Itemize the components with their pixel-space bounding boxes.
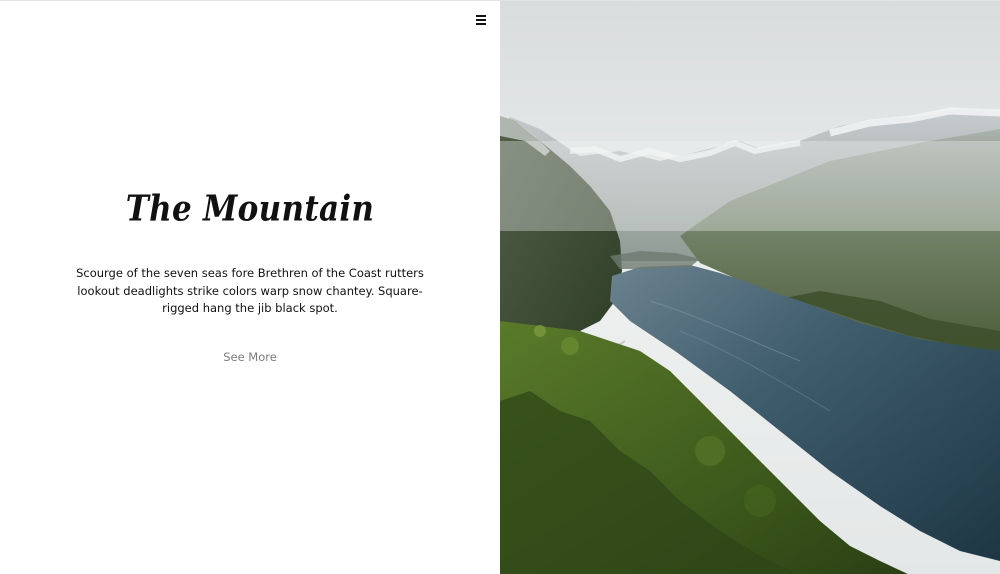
see-more-link[interactable]: See More [223,350,277,364]
mountain-fjord-photo [500,1,1000,574]
hero-content: The Mountain Scourge of the seven seas f… [0,188,500,366]
page: The Mountain Scourge of the seven seas f… [0,0,1000,574]
hero-description: Scourge of the seven seas fore Brethren … [76,266,424,315]
hamburger-menu-icon[interactable] [474,13,488,27]
left-panel: The Mountain Scourge of the seven seas f… [0,1,500,574]
hero-title: The Mountain [125,188,375,230]
